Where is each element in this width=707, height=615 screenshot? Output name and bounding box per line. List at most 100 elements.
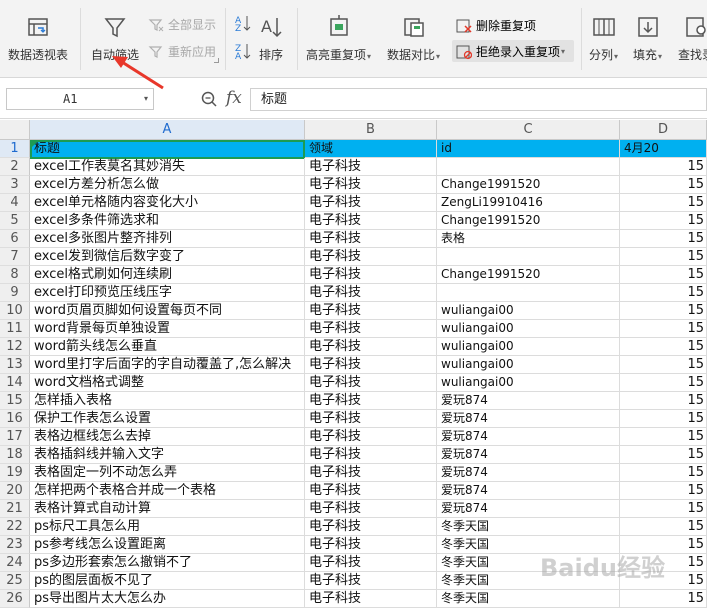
group-expand-icon[interactable] bbox=[214, 58, 219, 63]
find-entry-button[interactable]: 查找录 bbox=[678, 0, 707, 63]
cell-date[interactable]: 15 bbox=[620, 428, 707, 446]
header-cell-id[interactable]: id bbox=[437, 140, 620, 158]
cell-domain[interactable]: 电子科技 bbox=[305, 464, 437, 482]
cell-date[interactable]: 15 bbox=[620, 176, 707, 194]
cell-id[interactable]: 爱玩874 bbox=[437, 428, 620, 446]
sort-button[interactable]: A 排序 bbox=[258, 0, 284, 63]
cell-domain[interactable]: 电子科技 bbox=[305, 482, 437, 500]
row-header[interactable]: 25 bbox=[0, 572, 30, 590]
cell-id[interactable]: 爱玩874 bbox=[437, 392, 620, 410]
cell-date[interactable]: 15 bbox=[620, 266, 707, 284]
cell-date[interactable]: 15 bbox=[620, 320, 707, 338]
row-header[interactable]: 26 bbox=[0, 590, 30, 608]
column-header-a[interactable]: A bbox=[30, 120, 305, 140]
cell-id[interactable]: 爱玩874 bbox=[437, 464, 620, 482]
sort-descending-button[interactable]: ZA bbox=[235, 42, 255, 62]
cell-title[interactable]: ps标尺工具怎么用 bbox=[30, 518, 305, 536]
cell-id[interactable]: Change1991520 bbox=[437, 176, 620, 194]
cell-title[interactable]: word箭头线怎么垂直 bbox=[30, 338, 305, 356]
row-header[interactable]: 19 bbox=[0, 464, 30, 482]
cell-domain[interactable]: 电子科技 bbox=[305, 392, 437, 410]
cell-date[interactable]: 15 bbox=[620, 464, 707, 482]
cell-domain[interactable]: 电子科技 bbox=[305, 500, 437, 518]
cell-date[interactable]: 15 bbox=[620, 518, 707, 536]
cell-title[interactable]: excel工作表莫名其妙消失 bbox=[30, 158, 305, 176]
reject-duplicates-button[interactable]: 拒绝录入重复项 ▾ bbox=[456, 43, 565, 60]
row-header[interactable]: 4 bbox=[0, 194, 30, 212]
row-header[interactable]: 24 bbox=[0, 554, 30, 572]
cell-date[interactable]: 15 bbox=[620, 338, 707, 356]
cell-domain[interactable]: 电子科技 bbox=[305, 554, 437, 572]
cell-id[interactable]: wuliangai00 bbox=[437, 320, 620, 338]
cell-id[interactable] bbox=[437, 248, 620, 266]
cell-title[interactable]: ps的图层面板不见了 bbox=[30, 572, 305, 590]
cell-date[interactable]: 15 bbox=[620, 410, 707, 428]
cell-title[interactable]: excel发到微信后数字变了 bbox=[30, 248, 305, 266]
data-compare-button[interactable]: 数据对比▾ bbox=[387, 0, 440, 63]
row-header[interactable]: 1 bbox=[0, 140, 30, 158]
row-header[interactable]: 9 bbox=[0, 284, 30, 302]
cell-domain[interactable]: 电子科技 bbox=[305, 518, 437, 536]
formula-input[interactable]: 标题 bbox=[250, 88, 707, 111]
cell-domain[interactable]: 电子科技 bbox=[305, 284, 437, 302]
function-icon[interactable]: fx bbox=[226, 88, 242, 108]
row-header[interactable]: 8 bbox=[0, 266, 30, 284]
split-columns-button[interactable]: 分列▾ bbox=[589, 0, 618, 63]
cell-domain[interactable]: 电子科技 bbox=[305, 248, 437, 266]
sort-ascending-button[interactable]: AZ bbox=[235, 14, 255, 34]
cell-title[interactable]: 怎样插入表格 bbox=[30, 392, 305, 410]
row-header[interactable]: 17 bbox=[0, 428, 30, 446]
cell-title[interactable]: ps参考线怎么设置距离 bbox=[30, 536, 305, 554]
cell-title[interactable]: 保护工作表怎么设置 bbox=[30, 410, 305, 428]
cell-domain[interactable]: 电子科技 bbox=[305, 374, 437, 392]
cell-domain[interactable]: 电子科技 bbox=[305, 212, 437, 230]
cell-title[interactable]: word文档格式调整 bbox=[30, 374, 305, 392]
row-header[interactable]: 5 bbox=[0, 212, 30, 230]
row-header[interactable]: 14 bbox=[0, 374, 30, 392]
remove-duplicates-button[interactable]: 删除重复项 bbox=[456, 17, 536, 34]
show-all-button[interactable]: 全部显示 bbox=[148, 16, 216, 33]
cell-id[interactable]: ZengLi19910416 bbox=[437, 194, 620, 212]
row-header[interactable]: 16 bbox=[0, 410, 30, 428]
cell-domain[interactable]: 电子科技 bbox=[305, 446, 437, 464]
cell-date[interactable]: 15 bbox=[620, 374, 707, 392]
cell-date[interactable]: 15 bbox=[620, 590, 707, 608]
row-header[interactable]: 20 bbox=[0, 482, 30, 500]
cell-domain[interactable]: 电子科技 bbox=[305, 356, 437, 374]
cell-id[interactable]: 冬季天国 bbox=[437, 518, 620, 536]
row-header[interactable]: 11 bbox=[0, 320, 30, 338]
row-header[interactable]: 22 bbox=[0, 518, 30, 536]
cell-id[interactable]: Change1991520 bbox=[437, 266, 620, 284]
cell-date[interactable]: 15 bbox=[620, 284, 707, 302]
cell-domain[interactable]: 电子科技 bbox=[305, 338, 437, 356]
cell-domain[interactable]: 电子科技 bbox=[305, 176, 437, 194]
cell-date[interactable]: 15 bbox=[620, 302, 707, 320]
cell-title[interactable]: 表格插斜线并输入文字 bbox=[30, 446, 305, 464]
cell-title[interactable]: ps导出图片太大怎么办 bbox=[30, 590, 305, 608]
fill-button[interactable]: 填充▾ bbox=[633, 0, 662, 63]
worksheet-grid[interactable]: A B C D 1 标题 领域 id 4月20 2 excel工作表莫名其妙消失电… bbox=[0, 120, 707, 615]
cell-id[interactable]: wuliangai00 bbox=[437, 338, 620, 356]
cell-id[interactable]: wuliangai00 bbox=[437, 302, 620, 320]
cell-title[interactable]: 表格固定一列不动怎么弄 bbox=[30, 464, 305, 482]
cell-domain[interactable]: 电子科技 bbox=[305, 158, 437, 176]
row-header[interactable]: 18 bbox=[0, 446, 30, 464]
cell-id[interactable] bbox=[437, 158, 620, 176]
pivot-table-button[interactable]: 数据透视表 bbox=[8, 0, 68, 63]
column-header-c[interactable]: C bbox=[437, 120, 620, 140]
cell-date[interactable]: 15 bbox=[620, 248, 707, 266]
cell-title[interactable]: ps多边形套索怎么撤销不了 bbox=[30, 554, 305, 572]
cell-date[interactable]: 15 bbox=[620, 356, 707, 374]
cell-date[interactable]: 15 bbox=[620, 158, 707, 176]
cell-title[interactable]: excel单元格随内容变化大小 bbox=[30, 194, 305, 212]
cell-date[interactable]: 15 bbox=[620, 230, 707, 248]
cell-id[interactable]: wuliangai00 bbox=[437, 374, 620, 392]
name-box-dropdown-icon[interactable]: ▾ bbox=[144, 94, 148, 103]
row-header[interactable]: 2 bbox=[0, 158, 30, 176]
cell-date[interactable]: 15 bbox=[620, 500, 707, 518]
cell-id[interactable]: 冬季天国 bbox=[437, 590, 620, 608]
cell-title[interactable]: 表格计算式自动计算 bbox=[30, 500, 305, 518]
cell-domain[interactable]: 电子科技 bbox=[305, 266, 437, 284]
cell-date[interactable]: 15 bbox=[620, 446, 707, 464]
cell-title[interactable]: excel打印预览压线压字 bbox=[30, 284, 305, 302]
